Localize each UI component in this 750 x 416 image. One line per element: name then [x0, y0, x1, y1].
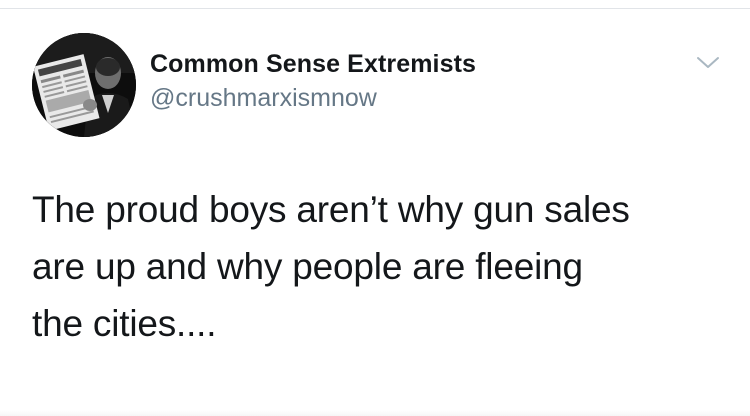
top-divider: [0, 8, 750, 9]
display-name[interactable]: Common Sense Extremists: [150, 48, 476, 80]
chevron-down-icon: [697, 57, 719, 68]
tweet-text: The proud boys aren’t why gun sales are …: [32, 189, 630, 344]
user-handle[interactable]: @crushmarxismnow: [150, 82, 476, 114]
tweet-author[interactable]: Common Sense Extremists @crushmarxismnow: [150, 48, 476, 114]
profile-photo-icon: [32, 33, 136, 137]
bottom-edge: [0, 410, 750, 416]
avatar[interactable]: [32, 33, 136, 137]
tweet-menu-button[interactable]: [694, 50, 722, 74]
